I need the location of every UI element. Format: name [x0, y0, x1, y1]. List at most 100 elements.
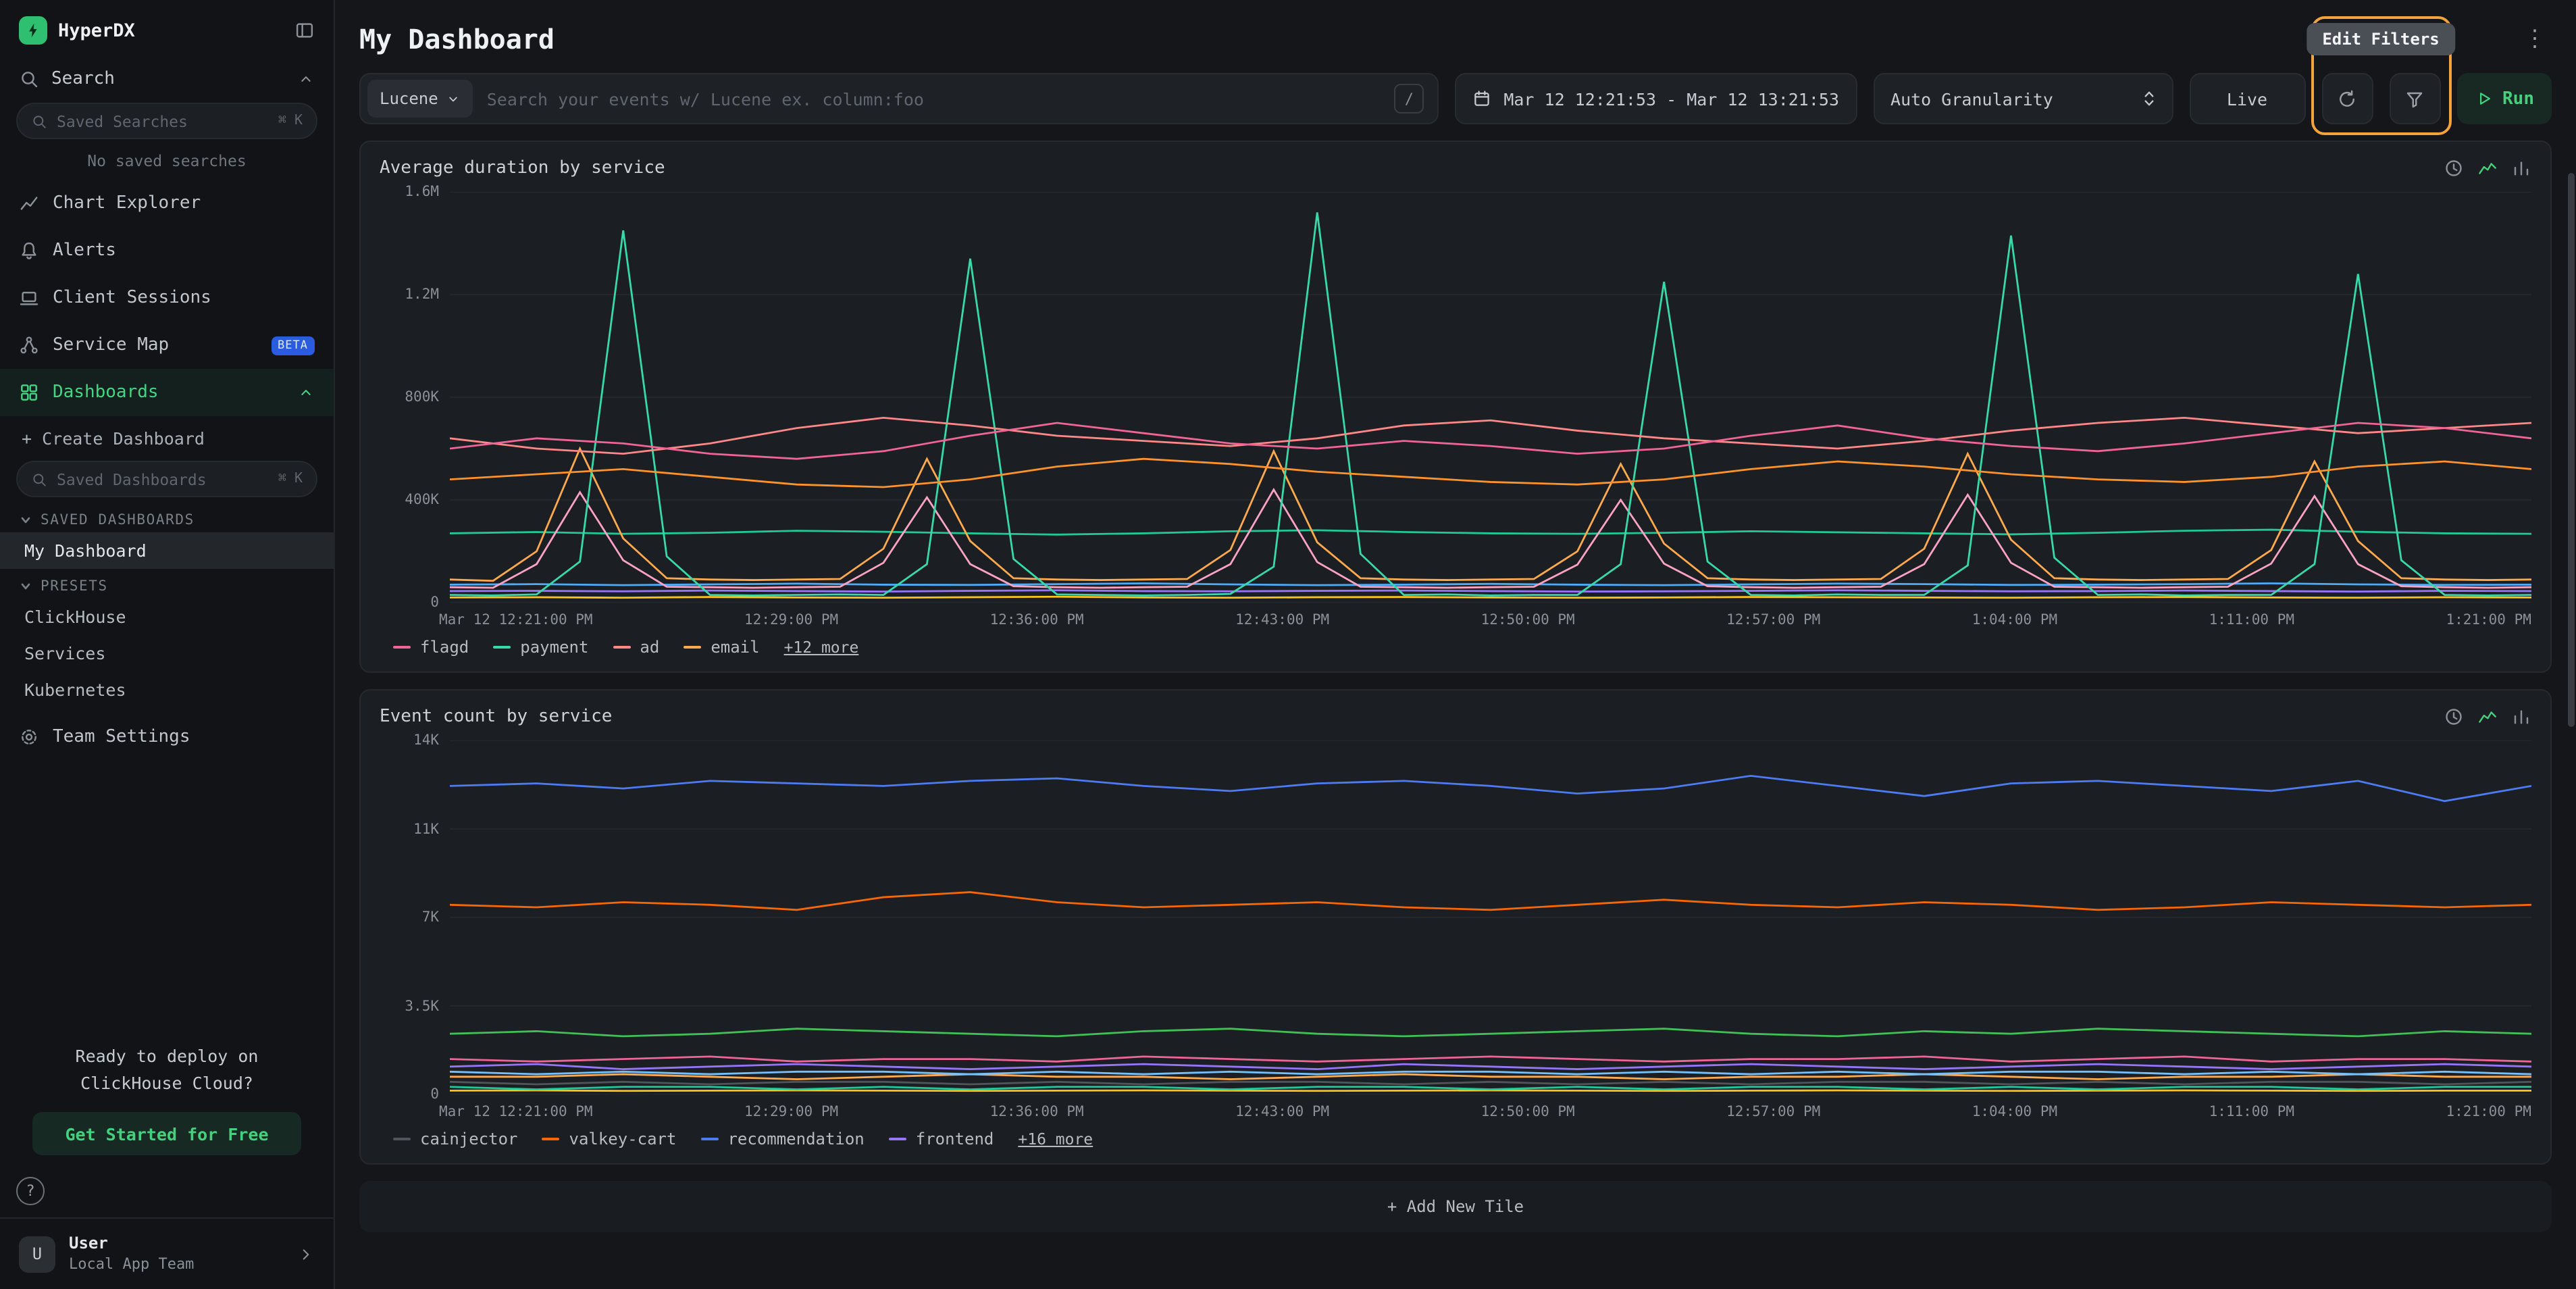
user-team: Local App Team [69, 1255, 194, 1274]
saved-searches-input[interactable]: Saved Searches ⌘ K [16, 103, 317, 139]
series-line [450, 597, 2531, 598]
time-range-picker[interactable]: Mar 12 12:21:53 - Mar 12 13:21:53 [1455, 73, 1857, 124]
group-label-text: PRESETS [41, 578, 108, 595]
sidebar-section-search[interactable]: Search [0, 58, 334, 100]
sidebar-item-chart-explorer[interactable]: Chart Explorer [0, 180, 334, 227]
edit-filters-tooltip: Edit Filters [2306, 23, 2455, 55]
chart-canvas[interactable] [450, 740, 2531, 1094]
sidebar-item-alerts[interactable]: Alerts [0, 227, 334, 274]
legend-item-valkey-cart[interactable]: valkey-cart [542, 1130, 677, 1148]
scrollbar-thumb[interactable] [2568, 173, 2575, 727]
x-axis-labels: Mar 12 12:21:00 PM12:29:00 PM12:36:00 PM… [439, 612, 2531, 628]
line-chart-icon[interactable] [2477, 158, 2498, 178]
bell-icon [19, 241, 39, 261]
series-line [450, 583, 2531, 585]
legend-color-dash [613, 646, 630, 649]
keyboard-shortcut: ⌘ K [278, 472, 303, 486]
legend-label: ad [640, 638, 659, 657]
legend-color-dash [684, 646, 701, 649]
sidebar-preset-clickhouse[interactable]: ClickHouse [0, 599, 334, 635]
sidebar-item-label: Dashboards [53, 382, 159, 403]
line-chart-icon[interactable] [2477, 707, 2498, 727]
legend-item-flagd[interactable]: flagd [393, 638, 469, 657]
live-label: Live [2227, 89, 2267, 109]
sidebar-item-label: Alerts [53, 241, 116, 261]
laptop-icon [19, 288, 39, 308]
series-line [450, 1071, 2531, 1074]
sidebar-item-dashboards[interactable]: Dashboards [0, 369, 334, 416]
sidebar-item-client-sessions[interactable]: Client Sessions [0, 274, 334, 322]
query-language-select[interactable]: Lucene [367, 80, 473, 118]
create-dashboard-button[interactable]: + Create Dashboard [0, 416, 334, 458]
legend-item-payment[interactable]: payment [493, 638, 588, 657]
legend-label: cainjector [420, 1130, 518, 1148]
legend-more-link[interactable]: +12 more [784, 638, 859, 657]
x-axis-tick: 12:50:00 PM [1481, 612, 1575, 628]
add-new-tile-button[interactable]: + Add New Tile [359, 1181, 2552, 1232]
sidebar-item-team-settings[interactable]: Team Settings [0, 713, 334, 761]
group-label-text: SAVED DASHBOARDS [41, 512, 195, 528]
chart-explorer-icon [19, 193, 39, 213]
calendar-icon [1472, 89, 1491, 108]
run-label: Run [2502, 89, 2534, 109]
series-line [450, 530, 2531, 534]
sidebar-item-label: Client Sessions [53, 288, 211, 308]
bar-chart-icon[interactable] [2511, 158, 2531, 178]
live-button[interactable]: Live [2189, 73, 2305, 124]
play-icon [2474, 89, 2493, 108]
series-line-cainjector [450, 1082, 2531, 1084]
run-button[interactable]: Run [2456, 73, 2552, 124]
chart-legend: cainjector valkey-cart recommendation front… [393, 1130, 2531, 1148]
sidebar-preset-services[interactable]: Services [0, 635, 334, 672]
get-started-button[interactable]: Get Started for Free [32, 1112, 301, 1155]
collapse-sidebar-icon[interactable] [294, 20, 315, 41]
x-axis-tick: 12:36:00 PM [990, 612, 1084, 628]
series-line-ad [450, 418, 2531, 453]
more-menu-icon[interactable]: ⋮ [2518, 26, 2552, 53]
time-icon[interactable] [2444, 707, 2464, 727]
time-range-value: Mar 12 12:21:53 - Mar 12 13:21:53 [1503, 89, 1839, 109]
clickhouse-cloud-promo-text: Ready to deploy on ClickHouse Cloud? [0, 1030, 334, 1096]
help-icon[interactable]: ? [16, 1177, 45, 1205]
series-line [450, 459, 2531, 487]
sidebar-item-service-map[interactable]: Service Map BETA [0, 322, 334, 369]
legend-item-email[interactable]: email [684, 638, 759, 657]
granularity-select[interactable]: Auto Granularity [1873, 73, 2173, 124]
sidebar-preset-kubernetes[interactable]: Kubernetes [0, 672, 334, 708]
bar-chart-icon[interactable] [2511, 707, 2531, 727]
legend-more-link[interactable]: +16 more [1018, 1130, 1093, 1148]
x-axis-tick: 1:21:00 PM [2446, 1104, 2531, 1120]
sidebar-dashboard-my-dashboard[interactable]: My Dashboard [0, 532, 334, 569]
series-line [450, 590, 2531, 592]
event-search-input[interactable]: Lucene Search your events w/ Lucene ex. … [359, 73, 1439, 124]
group-saved-dashboards[interactable]: SAVED DASHBOARDS [0, 503, 334, 532]
legend-label: valkey-cart [569, 1130, 677, 1148]
sidebar-item-label: Team Settings [53, 727, 190, 747]
x-axis-tick: 1:11:00 PM [2209, 612, 2294, 628]
legend-color-dash [542, 1138, 560, 1141]
chevron-down-icon [19, 513, 32, 527]
group-presets[interactable]: PRESETS [0, 569, 334, 599]
series-line-valkey-cart [450, 892, 2531, 910]
x-axis-tick: 12:57:00 PM [1726, 612, 1820, 628]
filter-button[interactable] [2389, 73, 2440, 124]
legend-color-dash [889, 1138, 906, 1141]
legend-label: payment [520, 638, 588, 657]
refresh-button[interactable] [2321, 73, 2373, 124]
legend-label: flagd [420, 638, 469, 657]
user-menu[interactable]: U User Local App Team [0, 1217, 334, 1289]
legend-item-recommendation[interactable]: recommendation [700, 1130, 864, 1148]
legend-item-ad[interactable]: ad [613, 638, 659, 657]
chart-canvas[interactable] [450, 192, 2531, 603]
legend-label: frontend [916, 1130, 994, 1148]
series-line [450, 1057, 2531, 1061]
series-line-frontend [450, 1064, 2531, 1069]
legend-item-frontend[interactable]: frontend [889, 1130, 994, 1148]
filters-button-group: Edit Filters [2321, 73, 2440, 124]
search-placeholder: Search your events w/ Lucene ex. column:… [487, 89, 1381, 109]
saved-dashboards-input[interactable]: Saved Dashboards ⌘ K [16, 461, 317, 497]
gear-icon [19, 727, 39, 747]
series-line-recommendation [450, 776, 2531, 801]
time-icon[interactable] [2444, 158, 2464, 178]
legend-item-cainjector[interactable]: cainjector [393, 1130, 518, 1148]
